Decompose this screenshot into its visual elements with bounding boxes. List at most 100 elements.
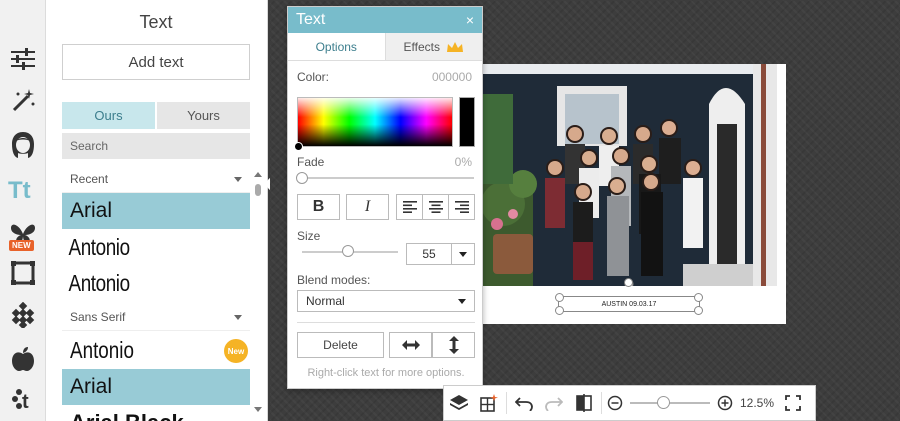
scroll-down-icon[interactable] (254, 407, 262, 412)
flip-horizontal-button[interactable] (389, 332, 432, 358)
section-label: Recent (70, 172, 109, 186)
size-value[interactable]: 55 (407, 244, 452, 264)
blend-mode-select[interactable]: Normal (297, 290, 475, 312)
panel-title: Text (139, 12, 173, 32)
font-item-antonio[interactable]: Antonio New (62, 331, 250, 369)
fade-label: Fade (297, 155, 325, 169)
add-text-button[interactable]: Add text (62, 44, 250, 80)
crown-icon (446, 41, 463, 52)
tab-ours[interactable]: Ours (62, 102, 155, 129)
scroll-up-icon[interactable] (254, 172, 262, 177)
stickers-tool[interactable]: NEW (0, 214, 46, 252)
seasonal-tool[interactable] (0, 340, 46, 378)
font-search-input[interactable] (62, 133, 250, 159)
photo-layer[interactable] (483, 64, 777, 286)
flip-horizontal-icon (401, 340, 420, 350)
tab-options[interactable]: Options (288, 33, 385, 60)
font-item-arial[interactable]: Arial (62, 369, 250, 405)
align-left-button[interactable] (397, 195, 423, 219)
italic-button[interactable]: I (346, 194, 389, 220)
zoom-slider[interactable] (630, 396, 710, 409)
text-tool[interactable]: Tt (0, 170, 46, 208)
zoom-out-button[interactable] (604, 385, 626, 421)
apple-icon (12, 347, 34, 371)
color-hex-value[interactable]: 000000 (432, 70, 472, 84)
dialog-title: Text (296, 11, 326, 28)
dialog-divider (297, 322, 475, 323)
tab-effects[interactable]: Effects (384, 33, 482, 60)
fullscreen-button[interactable] (778, 385, 808, 421)
zoom-in-icon (717, 395, 733, 411)
font-item-label: Arial (70, 199, 113, 222)
resize-handle[interactable] (555, 306, 564, 315)
frames-tool[interactable] (0, 254, 46, 292)
blend-mode-value: Normal (306, 294, 345, 308)
frame-icon (11, 261, 35, 285)
font-list: Recent Arial Antonio Antonio Sans Serif … (62, 166, 250, 421)
color-spectrum[interactable] (297, 97, 453, 147)
scroll-thumb[interactable] (255, 184, 261, 196)
touch-up-tool[interactable] (0, 126, 46, 164)
dialog-header[interactable]: Text × (288, 7, 482, 33)
new-badge: New (224, 339, 248, 363)
texture-icon (11, 302, 35, 328)
align-center-button[interactable] (423, 195, 449, 219)
toolbar-divider (506, 392, 507, 414)
font-item-label: Antonio (68, 233, 131, 260)
themes-tool[interactable]: t (0, 380, 46, 418)
redo-button[interactable] (539, 385, 569, 421)
tab-label: Effects (403, 39, 440, 54)
magic-wand-icon (12, 89, 35, 112)
effects-tool[interactable] (0, 82, 46, 120)
font-item-label: Antonio (68, 269, 131, 296)
size-label: Size (297, 229, 321, 243)
font-item-arial[interactable]: Arial (62, 193, 250, 229)
adjust-tool[interactable] (0, 40, 46, 78)
compare-button[interactable] (569, 385, 599, 421)
caption-text-layer[interactable]: AUSTIN 09.03.17 (558, 296, 700, 312)
rotate-handle[interactable] (624, 278, 633, 287)
zoom-in-button[interactable] (714, 385, 736, 421)
font-item-label: Arial Black (70, 410, 184, 421)
resize-handle[interactable] (694, 293, 703, 302)
section-dropdown-recent[interactable]: Recent (62, 166, 250, 193)
flip-vertical-icon (448, 336, 459, 354)
resize-handle[interactable] (694, 306, 703, 315)
fade-slider-knob[interactable] (296, 172, 308, 184)
font-item-antonio[interactable]: Antonio (62, 229, 216, 265)
size-slider-knob[interactable] (342, 245, 354, 257)
text-options-dialog: Text × Options Effects Color: 000000 Fad… (287, 6, 483, 389)
zoom-out-icon (607, 395, 623, 411)
font-item-antonio[interactable]: Antonio (62, 265, 216, 301)
caret-down-icon (458, 298, 466, 304)
toolbar-divider (601, 392, 602, 414)
caret-down-icon (234, 176, 242, 182)
resize-handle[interactable] (555, 293, 564, 302)
caret-down-icon (234, 314, 242, 320)
font-list-scrollbar[interactable] (254, 172, 262, 412)
zoom-slider-knob[interactable] (656, 396, 670, 409)
dialog-tabs: Options Effects (288, 33, 482, 61)
new-tag: NEW (9, 240, 34, 251)
section-dropdown-sans-serif[interactable]: Sans Serif (62, 304, 250, 331)
color-picker-handle[interactable] (294, 142, 303, 151)
right-click-hint: Right-click text for more options. (307, 367, 465, 379)
delete-button[interactable]: Delete (297, 332, 384, 358)
layers-button[interactable] (444, 385, 474, 421)
section-label: Sans Serif (70, 310, 126, 324)
add-layer-button[interactable] (474, 385, 504, 421)
color-swatch[interactable] (459, 97, 475, 147)
close-icon[interactable]: × (466, 12, 474, 28)
align-left-icon (402, 201, 417, 213)
flip-vertical-button[interactable] (432, 332, 475, 358)
bold-button[interactable]: B (297, 194, 340, 220)
undo-button[interactable] (509, 385, 539, 421)
fade-slider-track[interactable] (302, 177, 474, 179)
tab-yours[interactable]: Yours (157, 102, 250, 129)
font-item-arial-black[interactable]: Arial Black (62, 405, 250, 421)
zoom-level-label: 12.5% (740, 396, 775, 410)
size-stepper[interactable]: 55 (406, 243, 475, 265)
textures-tool[interactable] (0, 296, 46, 334)
size-dropdown-toggle[interactable] (452, 244, 474, 264)
align-right-button[interactable] (449, 195, 474, 219)
